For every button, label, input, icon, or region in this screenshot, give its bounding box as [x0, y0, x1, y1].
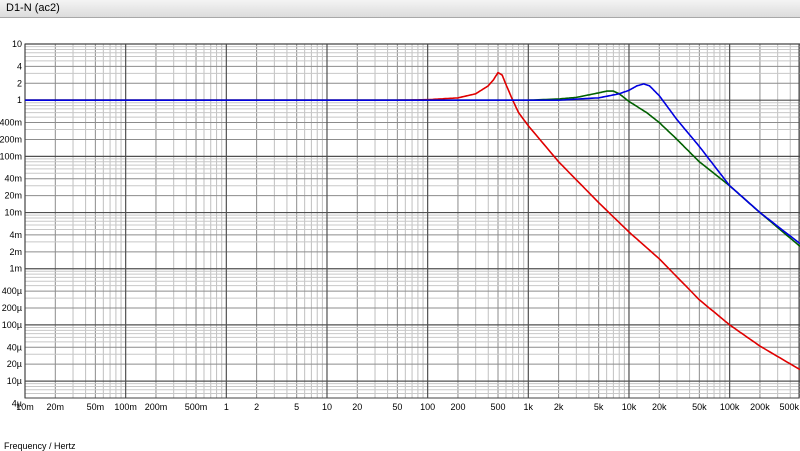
- window-title: D1-N (ac2): [6, 2, 60, 14]
- y-tick-label: 10: [12, 39, 22, 49]
- y-tick-label: 2m: [9, 247, 22, 257]
- y-tick-label: 100m: [0, 151, 22, 161]
- x-tick-label: 100: [420, 402, 435, 412]
- x-tick-label: 500: [490, 402, 505, 412]
- y-tick-label: 400m: [0, 118, 22, 128]
- x-tick-label: 100m: [114, 402, 137, 412]
- x-tick-label: 10m: [16, 402, 34, 412]
- minor-grid: [25, 44, 800, 399]
- x-axis-label: Frequency / Hertz: [4, 441, 76, 451]
- y-tick-label: 200m: [0, 134, 22, 144]
- y-tick-label: 200µ: [2, 303, 22, 313]
- x-tick-label: 5: [294, 402, 299, 412]
- y-tick-label: 20µ: [7, 359, 22, 369]
- y-tick-label: 40µ: [7, 342, 22, 352]
- x-axis-tick-labels: 10m 20m 50m 100m 200m 500m 1 2 5 10 20 50 100 200 500 1…: [16, 402, 799, 412]
- y-tick-label: 1m: [9, 264, 22, 274]
- y-tick-label: 40m: [4, 174, 22, 184]
- y-axis-tick-labels: 10 4 2 1 400m 200m 100m 40m 20m 10m 4m 2m 1m 400µ 200µ…: [0, 39, 22, 408]
- x-tick-label: 200k: [750, 402, 770, 412]
- x-tick-label: 100k: [720, 402, 740, 412]
- y-tick-label: 400µ: [2, 286, 22, 296]
- x-tick-label: 200m: [145, 402, 168, 412]
- x-tick-label: 500k: [779, 402, 799, 412]
- x-tick-label: 20k: [652, 402, 667, 412]
- y-tick-label: 2: [17, 78, 22, 88]
- x-tick-label: 50m: [87, 402, 105, 412]
- x-tick-label: 50k: [692, 402, 707, 412]
- window-title-bar: D1-N (ac2): [0, 0, 800, 18]
- x-tick-label: 10k: [622, 402, 637, 412]
- y-tick-label: 4m: [9, 230, 22, 240]
- x-tick-label: 2: [254, 402, 259, 412]
- x-tick-label: 20m: [47, 402, 65, 412]
- y-tick-label: 4: [17, 61, 22, 71]
- x-tick-label: 500m: [185, 402, 208, 412]
- y-tick-label: 1: [17, 95, 22, 105]
- x-tick-label: 5k: [594, 402, 604, 412]
- y-tick-label: 10µ: [7, 376, 22, 386]
- x-tick-label: 10: [322, 402, 332, 412]
- x-tick-label: 200: [450, 402, 465, 412]
- plot-area: 10 4 2 1 400m 200m 100m 40m 20m 10m 4m 2m 1m 400µ 200µ…: [0, 18, 800, 451]
- y-tick-label: 10m: [4, 208, 22, 218]
- x-tick-label: 20: [352, 402, 362, 412]
- frequency-response-chart: 10 4 2 1 400m 200m 100m 40m 20m 10m 4m 2m 1m 400µ 200µ…: [0, 39, 800, 412]
- x-tick-label: 1k: [524, 402, 534, 412]
- y-tick-label: 20m: [4, 191, 22, 201]
- x-tick-label: 50: [392, 402, 402, 412]
- x-tick-label: 2k: [554, 402, 564, 412]
- y-tick-label: 100µ: [2, 320, 22, 330]
- x-tick-label: 1: [224, 402, 229, 412]
